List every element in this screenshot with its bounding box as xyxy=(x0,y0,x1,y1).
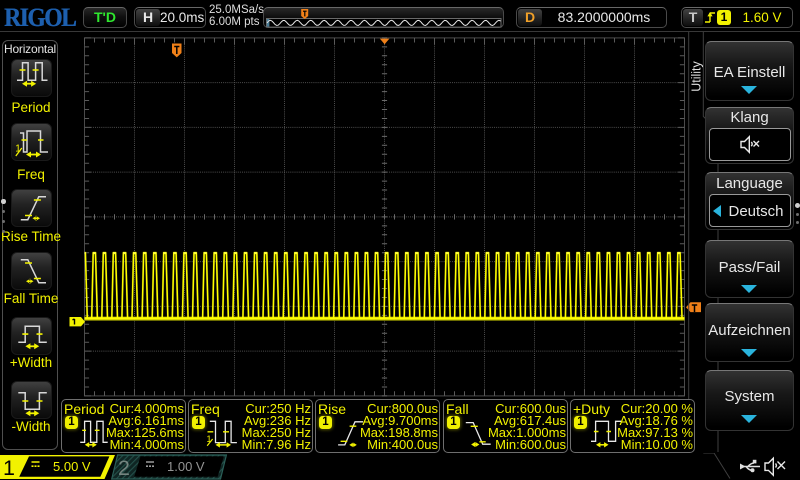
svg-text:1: 1 xyxy=(207,434,212,444)
